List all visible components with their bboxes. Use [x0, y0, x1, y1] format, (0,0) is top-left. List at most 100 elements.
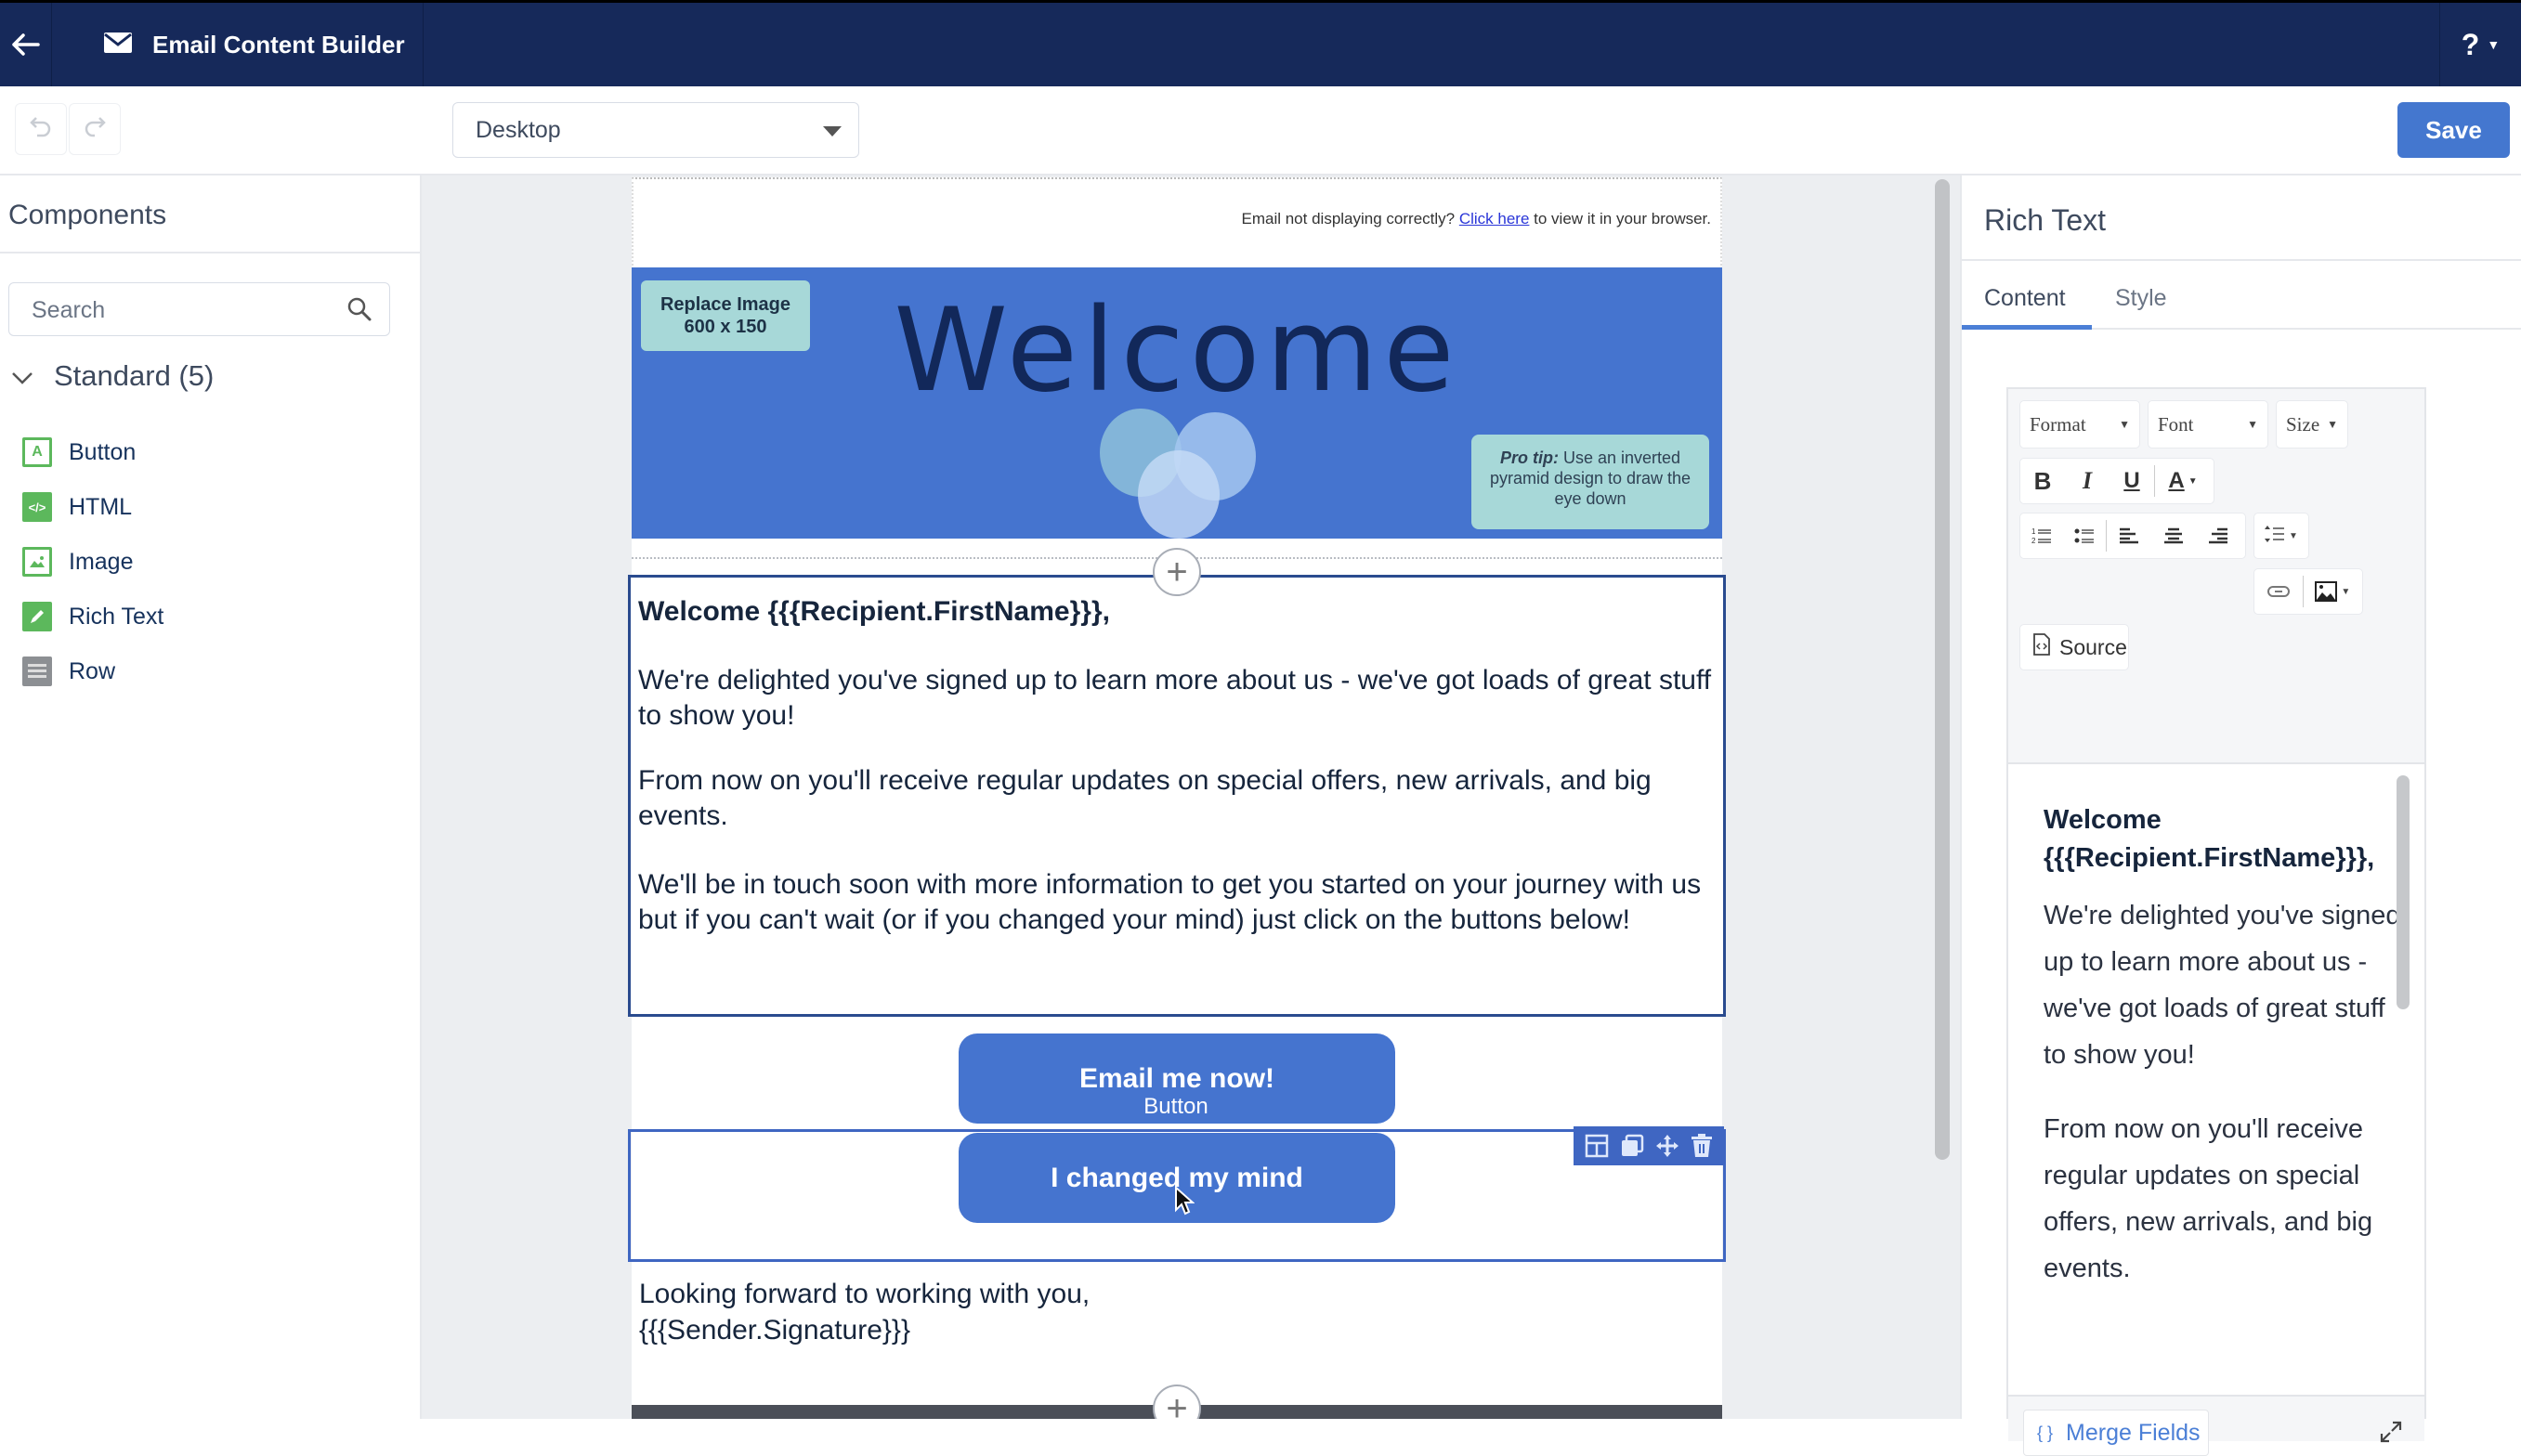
component-search[interactable]: [8, 282, 390, 336]
image-icon: [22, 547, 52, 577]
rich-text-content-area[interactable]: Welcome {{{Recipient.FirstName}}}, We're…: [2008, 762, 2424, 1397]
tab-content[interactable]: Content: [1984, 285, 2066, 312]
properties-title: Rich Text: [1984, 203, 2107, 237]
component-item-label: Rich Text: [69, 603, 164, 630]
button-icon: A: [22, 437, 52, 467]
dropdown-caret-icon: ▼: [2247, 417, 2258, 431]
component-item-row[interactable]: Row: [22, 656, 115, 686]
email-paragraph: From now on you'll receive regular updat…: [638, 765, 1652, 831]
component-item-image[interactable]: Image: [22, 547, 133, 577]
bulleted-list-icon[interactable]: [2063, 514, 2106, 558]
mail-icon: [93, 32, 152, 58]
device-preview-select[interactable]: Desktop: [452, 102, 859, 158]
divider: [0, 252, 420, 254]
numbered-list-icon[interactable]: 12: [2020, 514, 2063, 558]
plus-icon: +: [1166, 1388, 1188, 1419]
editor-footer: { } Merge Fields: [2008, 1395, 2424, 1456]
format-select-label: Format: [2030, 412, 2086, 436]
merge-fields-button[interactable]: { } Merge Fields: [2023, 1410, 2209, 1456]
help-menu-button[interactable]: ? ▼: [2439, 3, 2521, 86]
email-canvas: Email not displaying correctly? Click he…: [422, 176, 1960, 1419]
component-item-rich-text[interactable]: Rich Text: [22, 602, 163, 631]
help-icon: ?: [2461, 27, 2480, 61]
components-title: Components: [8, 200, 167, 230]
component-item-button[interactable]: A Button: [22, 437, 136, 467]
svg-text:2: 2: [2031, 537, 2036, 545]
closing-text-block[interactable]: Looking forward to working with you, {{{…: [639, 1276, 1090, 1348]
redo-icon: [83, 114, 107, 145]
expand-icon: [2379, 1420, 2403, 1449]
duplicate-icon[interactable]: [1620, 1134, 1644, 1158]
align-right-icon[interactable]: [2196, 514, 2240, 558]
view-in-browser-link[interactable]: Click here: [1459, 210, 1530, 228]
chevron-down-icon: ▼: [2487, 37, 2501, 52]
pro-tip-label: Pro tip:: [1499, 448, 1559, 467]
pro-tip-badge: Pro tip: Use an inverted pyramid design …: [1471, 435, 1709, 529]
align-center-icon[interactable]: [2151, 514, 2196, 558]
move-icon[interactable]: [1655, 1134, 1679, 1158]
back-button[interactable]: [0, 3, 52, 86]
source-label: Source: [2059, 634, 2127, 659]
components-panel: Components Standard (5) A Button </> HTM…: [0, 176, 422, 1419]
text-style-group: B I U A ▼: [2019, 458, 2214, 504]
component-item-label: Row: [69, 657, 116, 684]
properties-panel: Rich Text Content Style Format ▼ Font ▼ Si…: [1960, 176, 2521, 1456]
divider: [1962, 259, 2521, 261]
format-select[interactable]: Format ▼: [2019, 400, 2140, 448]
size-select[interactable]: Size ▼: [2276, 400, 2348, 448]
add-block-button[interactable]: +: [1153, 548, 1201, 596]
layout-icon[interactable]: [1585, 1134, 1609, 1158]
editor-greeting: Welcome {{{Recipient.FirstName}}},: [2044, 805, 2375, 873]
link-icon[interactable]: [2254, 569, 2303, 614]
source-button[interactable]: Source: [2019, 624, 2129, 670]
component-item-html[interactable]: </> HTML: [22, 492, 132, 522]
banner-headline: Welcome: [894, 284, 1460, 418]
list-align-group: 12: [2019, 513, 2246, 559]
align-left-icon[interactable]: [2107, 514, 2151, 558]
font-select[interactable]: Font ▼: [2148, 400, 2268, 448]
editor-paragraph: From now on you'll receive regular updat…: [2044, 1114, 2373, 1283]
rich-text-icon: [22, 602, 52, 631]
italic-icon[interactable]: I: [2065, 459, 2110, 503]
standard-section-toggle[interactable]: Standard (5): [11, 359, 214, 393]
component-search-input[interactable]: [32, 294, 338, 326]
underline-icon[interactable]: U: [2110, 459, 2154, 503]
canvas-scrollbar[interactable]: [1935, 179, 1950, 1160]
button-hover-tag: Button: [1128, 1091, 1224, 1123]
undo-icon: [29, 114, 53, 145]
expand-editor-button[interactable]: [2372, 1415, 2410, 1452]
undo-button[interactable]: [15, 103, 67, 155]
add-block-button[interactable]: +: [1153, 1384, 1201, 1419]
preheader-block[interactable]: Email not displaying correctly? Click he…: [632, 177, 1722, 266]
insert-group: ▼: [2253, 568, 2363, 615]
editor-scrollbar[interactable]: [2397, 775, 2410, 1009]
insert-image-icon[interactable]: ▼: [2304, 569, 2362, 614]
size-select-label: Size: [2286, 412, 2320, 436]
search-icon[interactable]: [346, 296, 372, 327]
line-height-select[interactable]: ▼: [2253, 513, 2309, 559]
line-height-icon: [2265, 525, 2285, 548]
tab-style[interactable]: Style: [2115, 285, 2167, 312]
delete-icon[interactable]: [1691, 1134, 1713, 1158]
rich-text-block-selected[interactable]: Welcome {{{Recipient.FirstName}}}, We're…: [628, 575, 1726, 1017]
bold-icon[interactable]: B: [2020, 459, 2065, 503]
editor-paragraph: We're delighted you've signed up to lear…: [2044, 901, 2401, 1070]
text-color-icon[interactable]: A ▼: [2155, 459, 2211, 503]
component-item-label: Image: [69, 548, 134, 575]
email-paragraph: We're delighted you've signed up to lear…: [638, 665, 1712, 731]
email-paragraph: We'll be in touch soon with more informa…: [638, 869, 1702, 935]
html-icon: </>: [22, 492, 52, 522]
rich-text-editor: Format ▼ Font ▼ Size ▼ B I U A ▼ 12 ▼ ▼ …: [2006, 387, 2426, 1456]
banner-image-block[interactable]: Replace Image 600 x 150 Welcome Pro tip:…: [632, 267, 1722, 539]
font-select-label: Font: [2158, 412, 2194, 436]
save-button[interactable]: Save: [2397, 102, 2510, 158]
row-icon: [22, 656, 52, 686]
builder-toolbar: Desktop Save: [0, 86, 2521, 176]
back-arrow-icon: [11, 25, 40, 64]
redo-button[interactable]: [69, 103, 121, 155]
component-item-label: Button: [69, 438, 137, 465]
plus-icon: +: [1166, 552, 1188, 592]
preheader-prefix: Email not displaying correctly?: [1241, 210, 1459, 228]
app-header: Email Content Builder ? ▼: [0, 0, 2521, 86]
dropdown-caret-icon: ▼: [2119, 417, 2130, 431]
